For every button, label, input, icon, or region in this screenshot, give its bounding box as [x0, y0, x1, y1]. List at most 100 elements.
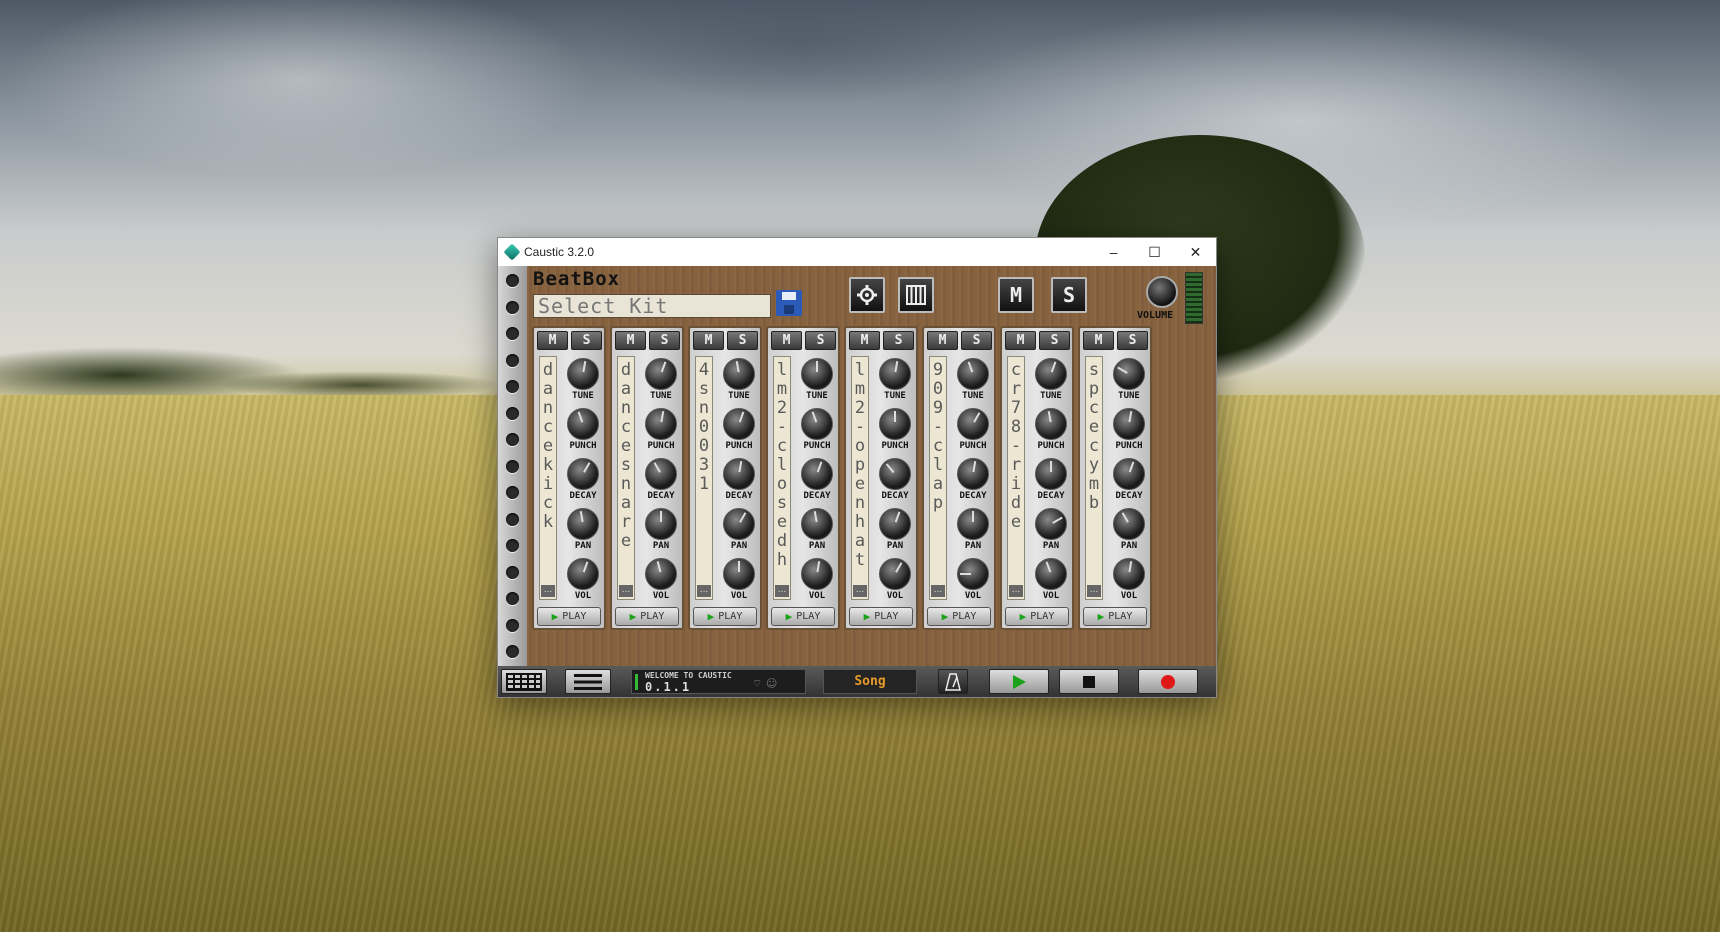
channel-play-button[interactable]: ▶ PLAY	[927, 607, 991, 626]
metronome-button[interactable]	[938, 669, 968, 694]
channel-solo-button[interactable]: S	[805, 331, 836, 350]
record-button[interactable]	[1138, 669, 1198, 694]
grid-button[interactable]	[501, 669, 547, 694]
channel-solo-button[interactable]: S	[727, 331, 758, 350]
tune-knob[interactable]	[567, 358, 599, 390]
channel-more-button[interactable]: ...	[931, 585, 945, 597]
vol-knob[interactable]	[1113, 558, 1145, 590]
channel-solo-button[interactable]: S	[1117, 331, 1148, 350]
song-mode-button[interactable]: Song	[823, 669, 917, 694]
channel-sample-name[interactable]: lm2-openhat ...	[851, 356, 869, 600]
punch-knob[interactable]	[567, 408, 599, 440]
channel-more-button[interactable]: ...	[853, 585, 867, 597]
channel-play-button[interactable]: ▶ PLAY	[771, 607, 835, 626]
punch-knob[interactable]	[801, 408, 833, 440]
vol-knob[interactable]	[567, 558, 599, 590]
punch-knob[interactable]	[645, 408, 677, 440]
channel-solo-button[interactable]: S	[961, 331, 992, 350]
caustic-app-icon	[503, 243, 521, 261]
tune-knob[interactable]	[801, 358, 833, 390]
channel-sample-name[interactable]: 4sn0031 ...	[695, 356, 713, 600]
decay-knob[interactable]	[723, 458, 755, 490]
channel-solo-button[interactable]: S	[1039, 331, 1070, 350]
vol-knob[interactable]	[723, 558, 755, 590]
decay-knob[interactable]	[1035, 458, 1067, 490]
maximize-button[interactable]: ☐	[1134, 238, 1175, 266]
decay-knob[interactable]	[801, 458, 833, 490]
keyboard-button[interactable]	[898, 277, 934, 313]
rail-hole	[506, 459, 519, 473]
settings-button[interactable]	[849, 277, 885, 313]
channel-mute-button[interactable]: M	[615, 331, 646, 350]
select-kit-field[interactable]: Select Kit	[533, 294, 771, 318]
channel-mute-button[interactable]: M	[927, 331, 958, 350]
channel-sample-name[interactable]: dancekick ...	[539, 356, 557, 600]
channel-more-button[interactable]: ...	[1009, 585, 1023, 597]
save-icon[interactable]	[776, 290, 802, 316]
vol-knob[interactable]	[645, 558, 677, 590]
volume-knob[interactable]	[1146, 276, 1178, 308]
decay-knob[interactable]	[879, 458, 911, 490]
channel-mute-button[interactable]: M	[537, 331, 568, 350]
channel-mute-button[interactable]: M	[771, 331, 802, 350]
menu-button[interactable]	[565, 669, 611, 694]
punch-knob[interactable]	[879, 408, 911, 440]
channel-mute-button[interactable]: M	[1083, 331, 1114, 350]
channel-sample-name[interactable]: dancesnare ...	[617, 356, 635, 600]
pan-knob[interactable]	[645, 508, 677, 540]
channel-play-button[interactable]: ▶ PLAY	[1005, 607, 1069, 626]
tune-knob[interactable]	[879, 358, 911, 390]
decay-knob[interactable]	[567, 458, 599, 490]
vol-knob[interactable]	[957, 558, 989, 590]
play-button[interactable]	[989, 669, 1049, 694]
channel-play-button[interactable]: ▶ PLAY	[537, 607, 601, 626]
channel-sample-name[interactable]: lm2-closedh ...	[773, 356, 791, 600]
punch-knob[interactable]	[957, 408, 989, 440]
channel-more-button[interactable]: ...	[541, 585, 555, 597]
channel-solo-button[interactable]: S	[883, 331, 914, 350]
pan-knob[interactable]	[567, 508, 599, 540]
channel-sample-name[interactable]: cr78-ride ...	[1007, 356, 1025, 600]
channel-more-button[interactable]: ...	[1087, 585, 1101, 597]
stop-button[interactable]	[1059, 669, 1119, 694]
channel-mute-button[interactable]: M	[1005, 331, 1036, 350]
channel-more-button[interactable]: ...	[697, 585, 711, 597]
channel-more-button[interactable]: ...	[775, 585, 789, 597]
pan-knob[interactable]	[957, 508, 989, 540]
title-bar[interactable]: Caustic 3.2.0 – ☐ ✕	[498, 238, 1216, 266]
tune-knob[interactable]	[723, 358, 755, 390]
channel-more-button[interactable]: ...	[619, 585, 633, 597]
channel-solo-button[interactable]: S	[571, 331, 602, 350]
channel-play-button[interactable]: ▶ PLAY	[615, 607, 679, 626]
vol-knob[interactable]	[879, 558, 911, 590]
decay-knob[interactable]	[1113, 458, 1145, 490]
global-mute-button[interactable]: M	[998, 277, 1034, 313]
tune-knob[interactable]	[645, 358, 677, 390]
decay-knob[interactable]	[957, 458, 989, 490]
minimize-button[interactable]: –	[1093, 238, 1134, 266]
pan-knob[interactable]	[1113, 508, 1145, 540]
decay-knob[interactable]	[645, 458, 677, 490]
tune-knob[interactable]	[1113, 358, 1145, 390]
pan-knob[interactable]	[801, 508, 833, 540]
vol-knob[interactable]	[801, 558, 833, 590]
channel-solo-button[interactable]: S	[649, 331, 680, 350]
close-button[interactable]: ✕	[1175, 238, 1216, 266]
punch-knob[interactable]	[1035, 408, 1067, 440]
vol-knob[interactable]	[1035, 558, 1067, 590]
pan-knob[interactable]	[1035, 508, 1067, 540]
channel-sample-name[interactable]: spce cymb ...	[1085, 356, 1103, 600]
punch-knob[interactable]	[1113, 408, 1145, 440]
channel-play-button[interactable]: ▶ PLAY	[849, 607, 913, 626]
tune-knob[interactable]	[957, 358, 989, 390]
pan-knob[interactable]	[879, 508, 911, 540]
punch-knob[interactable]	[723, 408, 755, 440]
channel-sample-name[interactable]: 909-clap ...	[929, 356, 947, 600]
global-solo-button[interactable]: S	[1051, 277, 1087, 313]
tune-knob[interactable]	[1035, 358, 1067, 390]
channel-play-button[interactable]: ▶ PLAY	[1083, 607, 1147, 626]
channel-mute-button[interactable]: M	[693, 331, 724, 350]
pan-knob[interactable]	[723, 508, 755, 540]
channel-mute-button[interactable]: M	[849, 331, 880, 350]
channel-play-button[interactable]: ▶ PLAY	[693, 607, 757, 626]
